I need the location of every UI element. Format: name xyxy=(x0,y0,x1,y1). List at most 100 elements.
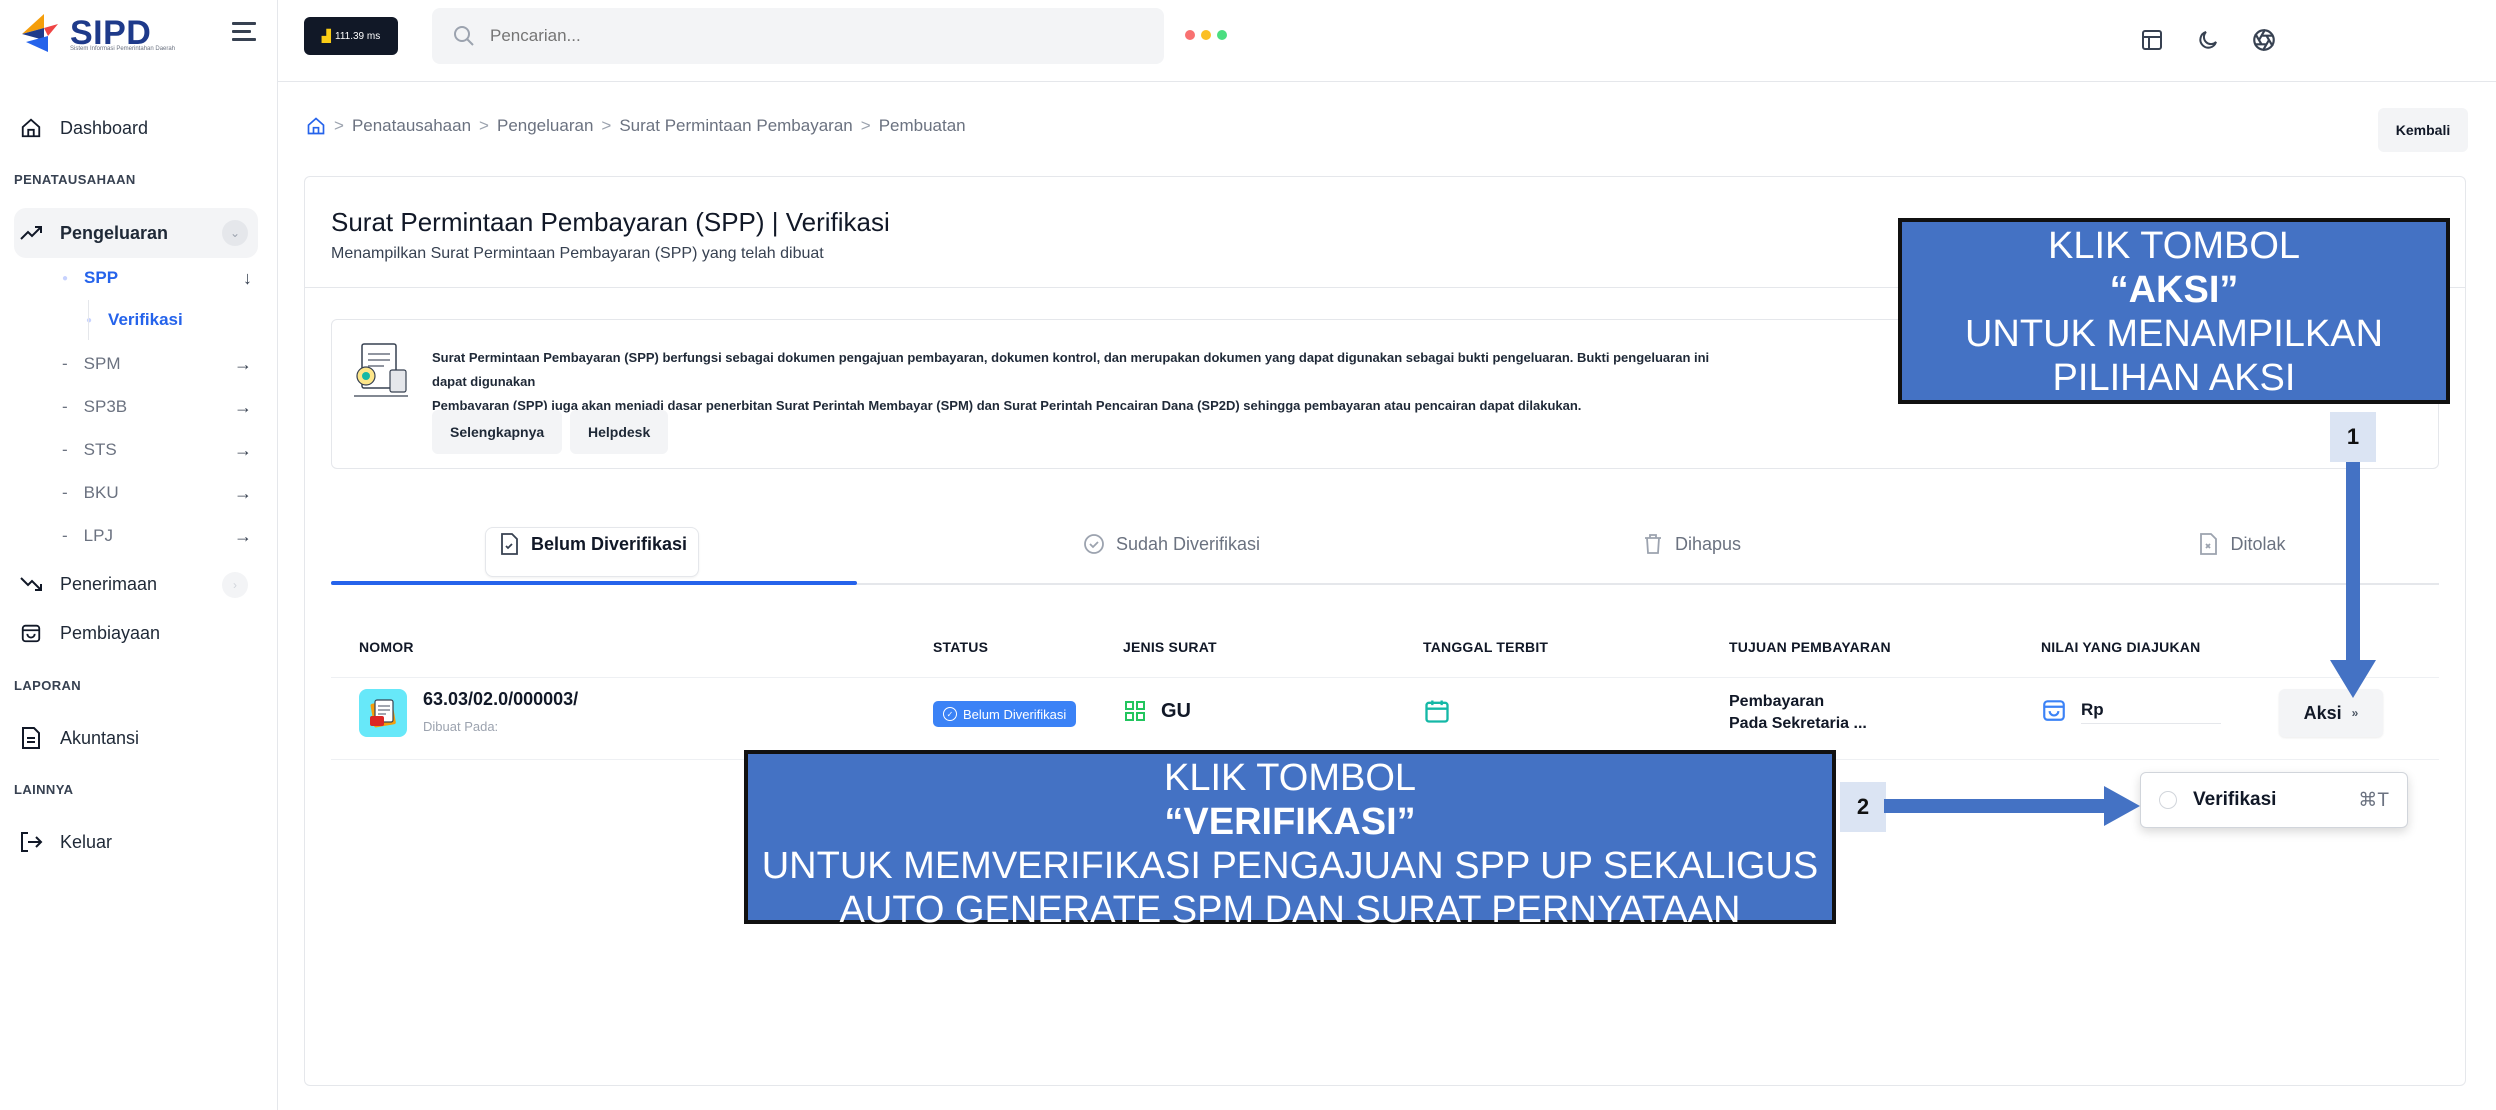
column-header: TUJUAN PEMBAYARAN xyxy=(1729,639,1891,655)
sidebar: SIPD Sistem Informasi Pemerintahan Daera… xyxy=(0,0,278,1110)
search-bar[interactable] xyxy=(432,8,1164,64)
back-button[interactable]: Kembali xyxy=(2378,108,2468,152)
breadcrumb-item[interactable]: Penatausahaan xyxy=(352,116,471,136)
logo-subtitle: Sistem Informasi Pemerintahan Daerah xyxy=(70,46,176,52)
sidebar-item-label: LPJ xyxy=(83,526,113,545)
callout-line: KLIK TOMBOL xyxy=(2047,225,2301,267)
sidebar-item-label: Dashboard xyxy=(60,117,149,138)
bullet-icon: ● xyxy=(62,272,69,284)
sidebar-item-lpj[interactable]: - LPJ → xyxy=(62,526,252,546)
arrow-right-icon: → xyxy=(234,396,252,417)
dash-icon: - xyxy=(62,397,68,416)
sidebar-item-bku[interactable]: - BKU → xyxy=(62,483,252,503)
arrow-right-icon: → xyxy=(234,482,252,503)
tab-label: Ditolak xyxy=(2230,533,2286,554)
callout-line: “AKSI” xyxy=(2109,269,2239,311)
aksi-dropdown-verifikasi[interactable]: Verifikasi ⌘T xyxy=(2140,772,2408,828)
status-badge: ✓ Belum Diverifikasi xyxy=(933,701,1077,727)
topbar: ▟ 111.39 ms xyxy=(278,0,2496,82)
section-lainnya: LAINNYA xyxy=(14,782,74,797)
layout-icon[interactable] xyxy=(2130,18,2174,62)
sidebar-item-label: Verifikasi xyxy=(108,310,183,329)
menu-toggle-icon[interactable] xyxy=(232,22,256,42)
nilai-label: Rp xyxy=(2081,700,2104,719)
row-nilai: Rp xyxy=(2041,697,2104,723)
chevron-double-down-icon: » xyxy=(2351,706,2359,720)
tab-active-underline xyxy=(331,581,857,585)
breadcrumb-item[interactable]: Surat Permintaan Pembayaran xyxy=(619,116,852,136)
column-header: NILAI YANG DIAJUKAN xyxy=(2041,639,2201,655)
annotation-step-2: 2 xyxy=(1840,782,1886,832)
tab-belum-diverifikasi[interactable]: Belum Diverifikasi xyxy=(485,507,699,581)
bullet-icon: ● xyxy=(86,314,93,326)
info-line: Surat Permintaan Pembayaran (SPP) berfun… xyxy=(432,350,1710,389)
arrow-down-icon: ↓ xyxy=(243,267,252,288)
search-icon xyxy=(454,26,474,46)
arrow-right-icon: → xyxy=(234,439,252,460)
sidebar-item-akuntansi[interactable]: Akuntansi xyxy=(18,718,139,758)
home-icon[interactable] xyxy=(306,116,326,136)
signal-icon: ▟ xyxy=(321,29,331,43)
tab-label: Dihapus xyxy=(1674,533,1742,554)
sidebar-item-pembiayaan[interactable]: Pembiayaan xyxy=(18,613,160,653)
sidebar-item-pengeluaran[interactable]: Pengeluaran xyxy=(18,213,168,253)
sidebar-item-spp[interactable]: ● SPP ↓ xyxy=(62,268,252,288)
sidebar-item-label: Akuntansi xyxy=(60,727,140,748)
chevron-right-icon[interactable]: › xyxy=(222,572,248,598)
helpdesk-button[interactable]: Helpdesk xyxy=(570,410,669,454)
tab-sudah-diverifikasi[interactable]: Sudah Diverifikasi xyxy=(1031,507,1311,581)
info-text: Surat Permintaan Pembayaran (SPP) berfun… xyxy=(432,346,1712,418)
sidebar-item-sp3b[interactable]: - SP3B → xyxy=(62,397,252,417)
status-label: Belum Diverifikasi xyxy=(963,706,1067,722)
breadcrumb-separator: > xyxy=(334,116,344,135)
document-icon xyxy=(18,725,44,751)
column-header: NOMOR xyxy=(359,639,414,655)
callout-line: UNTUK MEMVERIFIKASI PENGAJUAN SPP UP SEK… xyxy=(761,845,1819,887)
tab-ditolak[interactable]: Ditolak xyxy=(2141,507,2341,581)
breadcrumb-item[interactable]: Pengeluaran xyxy=(497,116,593,136)
latency-value: 111.39 ms xyxy=(335,30,381,42)
aperture-icon[interactable] xyxy=(2242,18,2286,62)
check-circle-icon: ✓ xyxy=(943,707,957,721)
tab-dihapus[interactable]: Dihapus xyxy=(1591,507,1791,581)
breadcrumb-separator: > xyxy=(601,116,612,135)
column-header: TANGGAL TERBIT xyxy=(1423,639,1549,655)
row-jenis: GU xyxy=(1123,699,1191,723)
status-dot-green xyxy=(1217,30,1227,40)
document-thumb-icon xyxy=(359,689,407,737)
tab-label: Belum Diverifikasi xyxy=(530,533,688,554)
trend-up-icon xyxy=(18,220,44,246)
tab-bar: Belum Diverifikasi Sudah Diverifikasi Di… xyxy=(331,507,2439,585)
sidebar-item-spm[interactable]: - SPM → xyxy=(62,354,252,374)
sidebar-item-dashboard[interactable]: Dashboard xyxy=(18,108,148,148)
column-header: JENIS SURAT xyxy=(1123,639,1217,655)
sidebar-item-label: STS xyxy=(83,440,117,459)
breadcrumb-separator: > xyxy=(479,116,489,135)
file-check-icon xyxy=(501,533,518,555)
moon-icon[interactable] xyxy=(2186,18,2230,62)
trash-icon xyxy=(1644,534,1661,554)
row-nomor[interactable]: 63.03/02.0/000003/ xyxy=(423,689,578,710)
status-dots xyxy=(1185,30,1227,40)
sidebar-item-label: SP3B xyxy=(83,397,128,416)
bag-icon xyxy=(18,620,44,646)
sidebar-item-label: Pembiayaan xyxy=(60,622,161,643)
sidebar-item-label: SPP xyxy=(84,268,119,287)
nilai-underline xyxy=(2081,723,2221,724)
annotation-arrow-right xyxy=(1884,786,2140,826)
sidebar-item-keluar[interactable]: Keluar xyxy=(18,822,112,862)
sidebar-item-verifikasi[interactable]: ● Verifikasi xyxy=(86,310,246,330)
tree-line xyxy=(88,300,89,340)
annotation-callout-aksi: KLIK TOMBOL “AKSI” UNTUK MENAMPILKAN PIL… xyxy=(1898,218,2450,404)
chevron-down-icon[interactable]: ⌄ xyxy=(222,220,248,246)
sidebar-item-sts[interactable]: - STS → xyxy=(62,440,252,460)
annotation-arrow-down xyxy=(2330,462,2376,698)
sidebar-item-label: SPM xyxy=(83,354,121,373)
selengkapnya-button[interactable]: Selengkapnya xyxy=(432,410,563,454)
sidebar-item-label: Pengeluaran xyxy=(60,222,169,243)
annotation-step-1: 1 xyxy=(2330,412,2376,462)
breadcrumb: > Penatausahaan > Pengeluaran > Surat Pe… xyxy=(306,116,966,136)
search-input[interactable] xyxy=(490,26,1090,46)
sidebar-item-penerimaan[interactable]: Penerimaan xyxy=(18,564,157,604)
callout-line: PILIHAN AKSI xyxy=(2052,357,2296,399)
